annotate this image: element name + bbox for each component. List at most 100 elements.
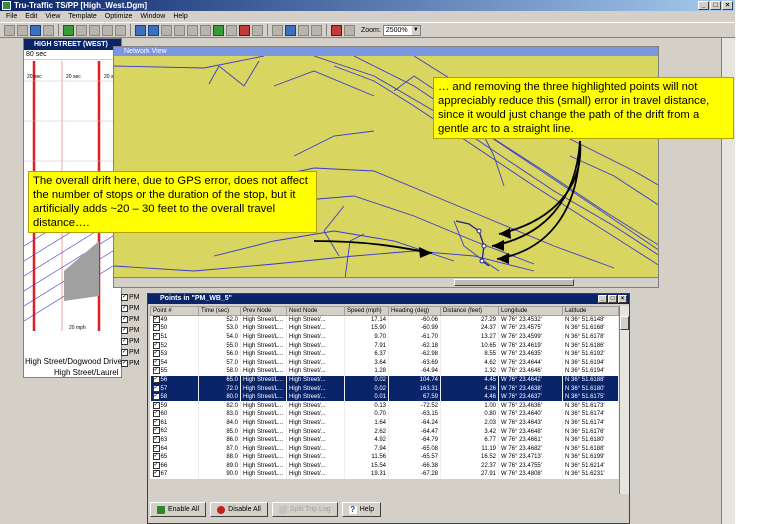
enabled-checkbox[interactable]: ✓ — [152, 444, 160, 452]
enabled-checkbox[interactable]: ✓ — [152, 375, 160, 383]
network-hscroll-thumb[interactable] — [454, 279, 574, 286]
column-header[interactable]: Longitude — [498, 306, 563, 316]
minimize-button[interactable]: _ — [698, 1, 709, 10]
menu-optimize[interactable]: Optimize — [101, 11, 137, 22]
column-header[interactable]: Latitude — [562, 306, 619, 316]
save-icon[interactable] — [30, 24, 41, 36]
trip-log-item[interactable]: ✓ PM — [121, 325, 147, 336]
trip-log-item[interactable]: ✓ PM — [121, 347, 147, 358]
menu-file[interactable]: File — [2, 11, 21, 22]
grid-icon[interactable] — [63, 24, 74, 36]
enabled-checkbox[interactable]: ✓ — [152, 316, 160, 323]
table-row[interactable]: ✓ 51 54.0 High Street/L... High Street/... 9.… — [150, 332, 619, 342]
trip-log-item[interactable]: ✓ PM — [121, 314, 147, 325]
window-icon[interactable] — [298, 24, 309, 36]
trip-log-item[interactable]: ✓ PM — [121, 292, 147, 303]
checkbox[interactable]: ✓ — [121, 293, 128, 301]
points-minimize-button[interactable]: _ — [598, 295, 607, 303]
cascade-icon[interactable] — [272, 24, 283, 36]
enabled-checkbox[interactable]: ✓ — [152, 461, 160, 469]
checkbox[interactable]: ✓ — [121, 348, 128, 356]
enabled-checkbox[interactable]: ✓ — [152, 436, 160, 444]
optimize-icon[interactable] — [226, 24, 237, 36]
checkbox[interactable]: ✓ — [121, 326, 128, 334]
trip-log-item[interactable]: ✓ PM — [121, 358, 147, 369]
enabled-checkbox[interactable]: ✓ — [152, 401, 160, 409]
open-file-icon[interactable] — [17, 24, 28, 36]
table-row[interactable]: ✓ 53 56.0 High Street/L... High Street/... 6.… — [150, 349, 619, 359]
enabled-checkbox[interactable]: ✓ — [152, 384, 160, 392]
network-icon[interactable] — [161, 24, 172, 36]
checkbox[interactable]: ✓ — [121, 359, 128, 367]
enabled-checkbox[interactable]: ✓ — [152, 470, 160, 478]
table-row[interactable]: ✓ 62 85.0 High Street/L... High Street/... 2.… — [150, 427, 619, 436]
enabled-checkbox[interactable]: ✓ — [152, 427, 160, 435]
enabled-checkbox[interactable]: ✓ — [152, 358, 160, 366]
column-header[interactable]: Point # — [150, 306, 199, 316]
column-header[interactable]: Time (sec) — [198, 306, 241, 316]
points-window-title[interactable]: Points in "PM_WB_5" _ □ × — [148, 294, 629, 304]
disable-all-button[interactable]: Disable All — [210, 502, 268, 517]
help-button[interactable]: ? Help — [341, 502, 382, 517]
maximize-button[interactable]: □ — [710, 1, 721, 10]
table-row[interactable]: ✓ 61 84.0 High Street/L... High Street/... 1.… — [150, 418, 619, 428]
time-space-title[interactable]: HIGH STREET (WEST) — [24, 39, 121, 50]
forward-icon[interactable] — [115, 24, 126, 36]
column-header[interactable]: Heading (deg) — [388, 306, 441, 316]
table-row[interactable]: ✓ 54 57.0 High Street/L... High Street/... 3.… — [150, 358, 619, 368]
map-icon[interactable] — [200, 24, 211, 36]
zoom-select[interactable]: 2500% ▼ — [382, 24, 421, 36]
trip-log-item[interactable]: ✓ PM — [121, 336, 147, 347]
points-maximize-button[interactable]: □ — [608, 295, 617, 303]
chart-icon[interactable] — [252, 24, 263, 36]
menu-help[interactable]: Help — [169, 11, 191, 22]
enabled-checkbox[interactable]: ✓ — [152, 418, 160, 426]
splits-icon[interactable] — [148, 24, 159, 36]
network-hscrollbar[interactable] — [114, 277, 658, 287]
table-row[interactable]: ✓ 63 86.0 High Street/L... High Street/... 4.… — [150, 435, 619, 445]
new-file-icon[interactable] — [4, 24, 15, 36]
menu-view[interactable]: View — [41, 11, 64, 22]
close-button[interactable]: × — [722, 1, 733, 10]
table-row[interactable]: ✓ 60 83.0 High Street/L... High Street/... 0.… — [150, 410, 619, 419]
table-row[interactable]: ✓ 59 82.0 High Street/L... High Street/... 0.… — [150, 401, 619, 411]
menu-edit[interactable]: Edit — [21, 11, 41, 22]
enable-all-button[interactable]: Enable All — [150, 502, 207, 517]
enabled-checkbox[interactable]: ✓ — [152, 453, 160, 461]
table-row[interactable]: ✓ 66 89.0 High Street/L... High Street/... 15… — [150, 461, 619, 471]
table-row[interactable]: ✓ 57 72.0 High Street/L... High Street/... 0.… — [150, 384, 619, 393]
enabled-checkbox[interactable]: ✓ — [152, 393, 160, 401]
menu-template[interactable]: Template — [64, 11, 100, 22]
column-header[interactable]: Distance (feet) — [440, 306, 499, 316]
trip-log-item[interactable]: ✓ PM — [121, 303, 147, 314]
tile-icon[interactable] — [285, 24, 296, 36]
points-vscroll-thumb[interactable] — [620, 316, 629, 330]
table-icon[interactable] — [76, 24, 87, 36]
checkbox[interactable]: ✓ — [121, 337, 128, 345]
timing-icon[interactable] — [135, 24, 146, 36]
table-row[interactable]: ✓ 49 52.0 High Street/L... High Street/... 17… — [150, 315, 619, 325]
report-icon[interactable] — [187, 24, 198, 36]
table-row[interactable]: ✓ 58 80.0 High Street/L... High Street/... 0.… — [150, 392, 619, 402]
help-icon[interactable] — [344, 24, 355, 36]
back-icon[interactable] — [102, 24, 113, 36]
enabled-checkbox[interactable]: ✓ — [152, 410, 160, 418]
menu-window[interactable]: Window — [136, 11, 169, 22]
table-row[interactable]: ✓ 55 58.0 High Street/L... High Street/... 1.… — [150, 367, 619, 376]
table-row[interactable]: ✓ 56 65.0 High Street/L... High Street/... 0.… — [150, 375, 619, 385]
checkbox[interactable]: ✓ — [121, 304, 128, 312]
enabled-checkbox[interactable]: ✓ — [152, 367, 160, 375]
table-row[interactable]: ✓ 50 53.0 High Street/L... High Street/... 15… — [150, 324, 619, 333]
column-header[interactable]: Speed (mph) — [344, 306, 389, 316]
diagram-icon[interactable] — [174, 24, 185, 36]
table-row[interactable]: ✓ 64 87.0 High Street/L... High Street/... 7.… — [150, 444, 619, 453]
points-vscrollbar[interactable] — [619, 306, 629, 494]
print-icon[interactable] — [43, 24, 54, 36]
tools-icon[interactable] — [239, 24, 250, 36]
add-node-icon[interactable] — [89, 24, 100, 36]
gps-icon[interactable] — [213, 24, 224, 36]
network-view-title[interactable]: Network View — [114, 47, 658, 56]
page-icon[interactable] — [311, 24, 322, 36]
book-icon[interactable] — [331, 24, 342, 36]
points-close-button[interactable]: × — [618, 295, 627, 303]
